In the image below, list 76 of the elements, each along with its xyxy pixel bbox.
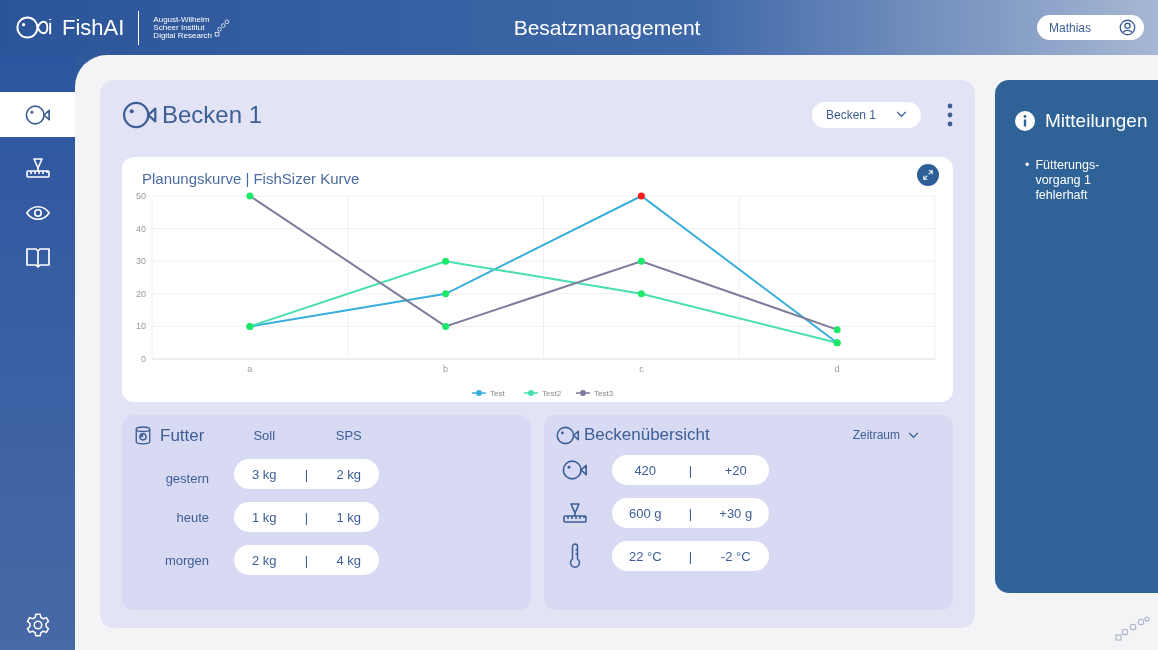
messages-title: Mitteilungen xyxy=(1045,110,1148,132)
separator: | xyxy=(303,509,310,525)
x-tick-label: c xyxy=(639,364,644,374)
chevron-down-icon xyxy=(896,111,907,118)
bullet: • xyxy=(1025,158,1030,174)
tank-title: Becken 1 xyxy=(162,100,263,129)
separator: | xyxy=(303,552,310,568)
actual-value: 1 kg xyxy=(335,509,363,525)
expand-button[interactable] xyxy=(917,164,939,186)
settings-icon xyxy=(24,612,51,638)
institute-name-line: Digital Research xyxy=(153,31,213,40)
x-tick-label: a xyxy=(247,364,253,374)
chain-logo-icon xyxy=(1114,616,1150,642)
y-tick-label: 30 xyxy=(136,256,146,267)
day-label: gestern xyxy=(164,470,210,486)
tank-dropdown[interactable]: Becken 1 xyxy=(811,101,921,128)
feed-bucket-icon xyxy=(134,425,152,446)
chart-title: Planungskurve | FishSizer Kurve xyxy=(142,169,360,187)
fish-icon xyxy=(122,100,158,129)
user-icon xyxy=(1119,19,1136,36)
legend-item[interactable]: Test2 xyxy=(523,389,562,398)
y-tick-label: 40 xyxy=(136,223,146,234)
change-value: +30 g xyxy=(718,505,754,521)
expand-icon xyxy=(921,168,935,182)
day-label: morgen xyxy=(163,552,210,568)
legend-item[interactable]: Test3 xyxy=(575,389,614,398)
separator: | xyxy=(303,466,310,482)
overview-title: Beckenübersicht xyxy=(584,425,710,445)
y-tick-label: 50 xyxy=(136,191,146,201)
actual-value: 2 kg xyxy=(335,466,363,482)
current-value: 22 °C xyxy=(627,548,663,564)
separator: | xyxy=(687,548,694,564)
more-menu-button[interactable] xyxy=(947,102,953,127)
page-title: Besatzmanagement xyxy=(513,16,701,40)
column-header: SPS xyxy=(334,428,363,443)
ruler-icon xyxy=(24,156,51,179)
app-name: FishAI xyxy=(62,14,125,41)
info-icon xyxy=(1015,111,1035,131)
target-value: 2 kg xyxy=(250,552,278,568)
change-value: +20 xyxy=(723,462,748,478)
thermometer-icon xyxy=(569,543,581,569)
x-tick-label: d xyxy=(834,364,840,374)
fish-icon xyxy=(562,459,588,481)
current-value: 420 xyxy=(633,462,658,478)
y-tick-label: 0 xyxy=(141,354,146,364)
y-tick-label: 20 xyxy=(136,288,146,299)
book-icon xyxy=(24,246,51,269)
actual-value: 4 kg xyxy=(335,552,363,568)
current-value: 600 g xyxy=(627,505,663,521)
more-icon xyxy=(947,102,953,127)
separator: | xyxy=(687,505,694,521)
legend-label: Test2 xyxy=(542,389,562,398)
ruler-icon xyxy=(562,502,588,524)
feed-title: Futter xyxy=(160,425,205,446)
x-tick-label: b xyxy=(443,364,449,374)
y-tick-label: 10 xyxy=(136,321,146,332)
change-value: -2 °C xyxy=(719,548,752,564)
fish-icon xyxy=(24,103,51,126)
message-text: Fütterungs-vorgang 1 fehlerhaft xyxy=(1035,158,1101,203)
fish-logo-icon xyxy=(16,15,54,40)
nav-item[interactable] xyxy=(0,92,75,137)
institute-name-line: August-Wilhelm xyxy=(153,15,211,24)
period-dropdown[interactable]: Zeitraum xyxy=(846,427,925,443)
target-value: 3 kg xyxy=(250,466,278,482)
fish-icon xyxy=(556,425,580,445)
legend-item[interactable]: Test xyxy=(471,389,505,398)
user-menu-button[interactable]: Mathias xyxy=(1036,15,1144,40)
column-header: Soll xyxy=(252,428,277,443)
chain-logo-icon xyxy=(214,16,231,39)
day-label: heute xyxy=(175,509,210,525)
chevron-down-icon xyxy=(908,431,919,439)
legend-label: Test3 xyxy=(594,389,614,398)
legend-label: Test xyxy=(490,389,506,398)
target-value: 1 kg xyxy=(250,509,278,525)
institute-name-line: Scheer Institut xyxy=(153,23,205,32)
separator: | xyxy=(687,462,694,478)
